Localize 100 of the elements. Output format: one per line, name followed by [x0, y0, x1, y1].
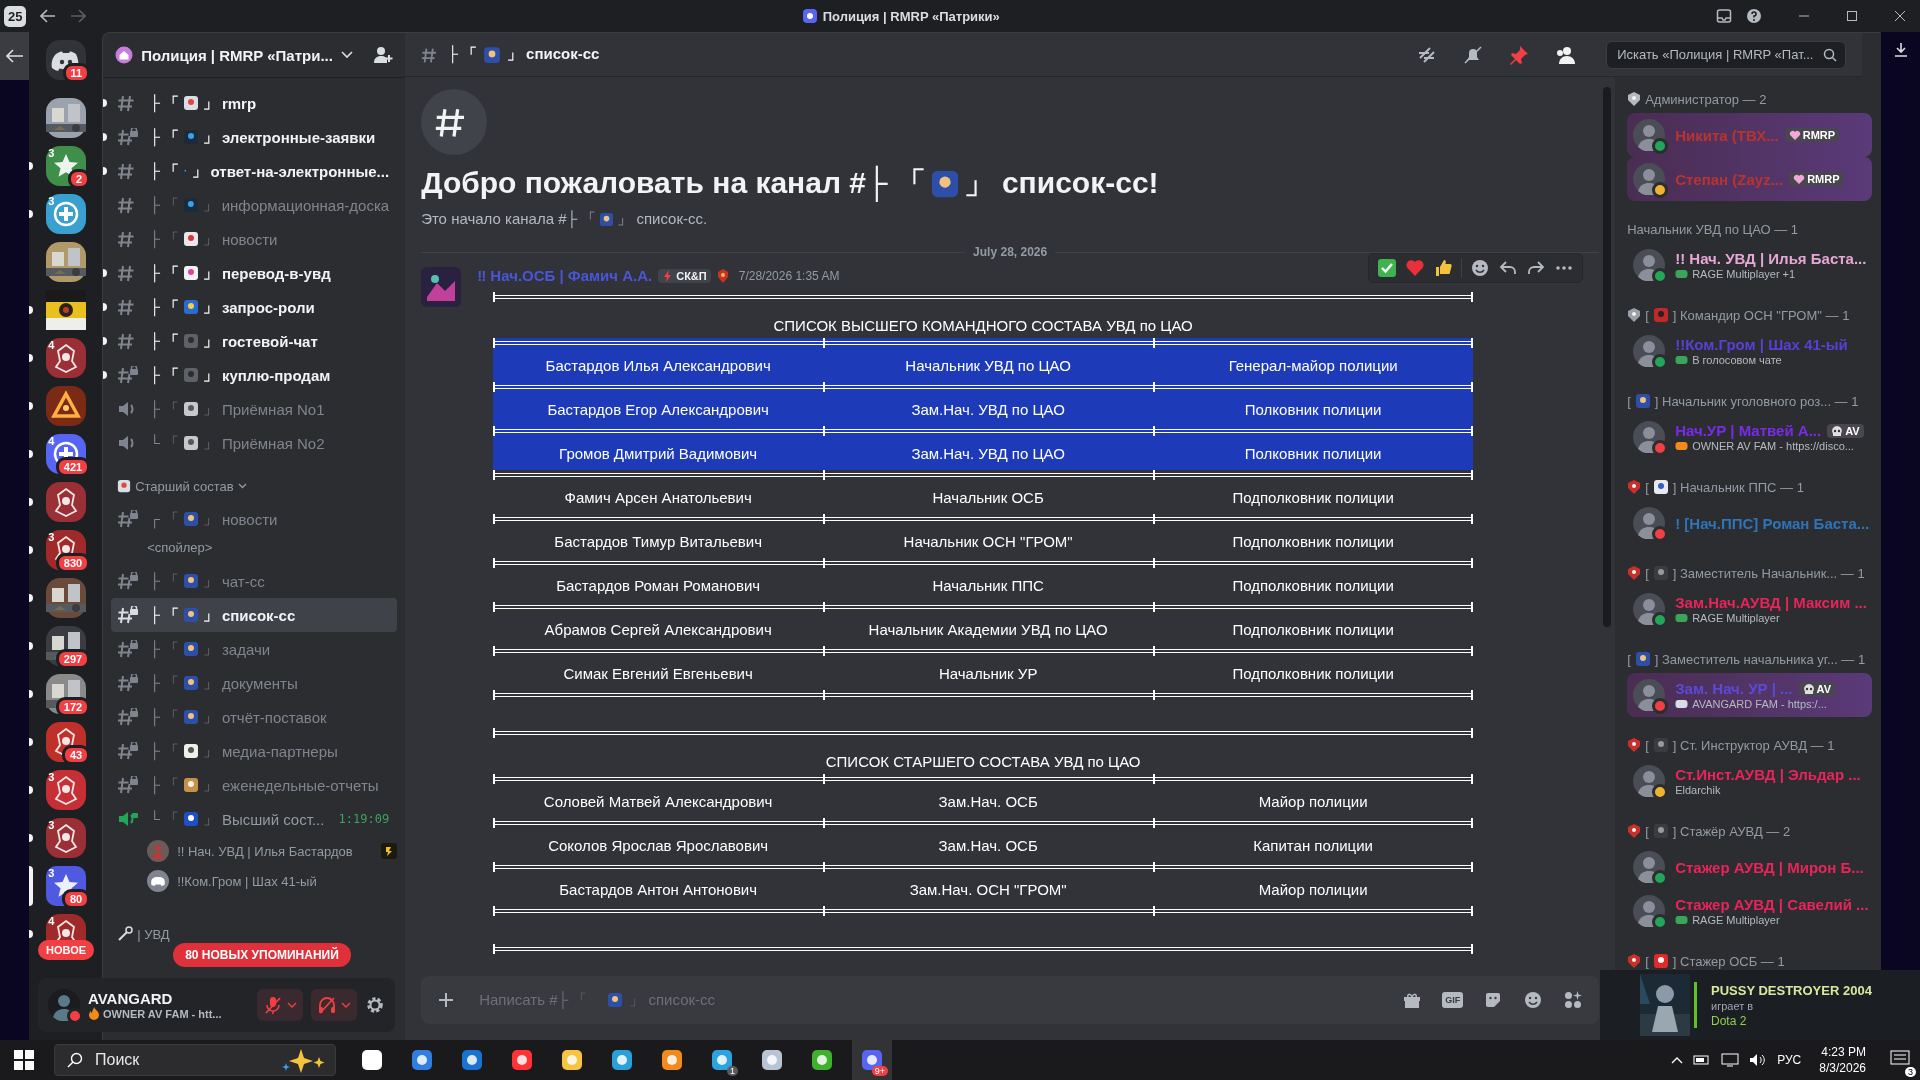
back-icon[interactable] [40, 9, 57, 23]
channel-item[interactable]: ├ 「 」 документы [111, 666, 398, 700]
thread-item[interactable]: <спойлер> [147, 536, 213, 560]
message-field[interactable]: Написать #├ 「 」 список-сс GIF [421, 976, 1600, 1024]
volume-icon[interactable] [1749, 1053, 1768, 1067]
channel-item[interactable]: ├ 「 」 rmrp [111, 86, 398, 120]
channel-item[interactable]: ├ 「 」 еженедельные-отчеты [111, 768, 398, 802]
help-icon[interactable] [1746, 8, 1762, 24]
game-name: Dota 2 [1711, 1013, 1748, 1028]
close-icon[interactable] [1894, 10, 1906, 22]
channel-item[interactable]: └ 「 」 Высший сост... 1:19:09 [111, 802, 398, 836]
channel-item[interactable]: ├ 「 」 задачи [111, 632, 398, 666]
server-icon[interactable] [45, 146, 86, 186]
unread-indicator [103, 269, 108, 277]
server-icon[interactable] [45, 770, 86, 810]
clock-time[interactable]: 4:23 PM [1821, 1044, 1866, 1060]
folder-count: 3 [48, 531, 55, 543]
start-icon[interactable] [14, 1050, 34, 1070]
back-icon[interactable] [5, 49, 24, 63]
network-icon[interactable] [1721, 1053, 1740, 1067]
crest-icon [1627, 823, 1642, 839]
member-item[interactable]: !!Ком.Гром | Шах 41-ый В голосовом чате [1627, 329, 1873, 373]
tag-label: AV [1816, 682, 1831, 695]
thumbs-up-icon[interactable] [1433, 258, 1454, 278]
pin-icon[interactable] [1508, 43, 1531, 66]
member-item[interactable]: Степан (Zayz... RMRP [1627, 157, 1873, 201]
member-item[interactable]: Стажер АУВД | Савелий ... RAGE Multiplayer [1627, 889, 1873, 933]
taskbar-button[interactable]: 9+ [852, 1040, 892, 1080]
search-box[interactable]: Искать «Полиция | RMRP «Пат... [1606, 40, 1847, 69]
new-messages-toast[interactable]: НОВОЕ [38, 940, 95, 960]
channel-item[interactable]: ├ 「 」 чат-сс [111, 564, 398, 598]
table-cell: Подполковник полиции [1232, 532, 1394, 550]
channel-item[interactable]: ├ 「 」 информационная-доска [111, 188, 398, 222]
headphones-button[interactable] [311, 989, 357, 1021]
category-header[interactable]: | УВД [111, 918, 170, 950]
mute-bell-icon[interactable] [1462, 43, 1485, 66]
server-icon[interactable] [45, 194, 86, 234]
channel-item[interactable]: └ 「 」 Приёмная No2 [111, 426, 398, 460]
member-item[interactable]: !! Нач. УВД | Илья Баста... RAGE Multiplayer +1 [1627, 243, 1873, 287]
server-header[interactable]: Полиция | RMRP «Патри... [103, 33, 406, 78]
mentions-toast[interactable]: 80 НОВЫХ УПОМИНАНИЙ [173, 943, 351, 967]
chevron-up-icon[interactable] [1671, 1056, 1684, 1064]
member-item[interactable]: Зам.Нач.АУВД | Максим ... RAGE Multiplayer [1627, 587, 1873, 631]
channel-item[interactable]: ├ 「 」 гостевой-чат [111, 324, 398, 358]
scrollbar[interactable] [1603, 87, 1612, 627]
server-icon[interactable] [45, 818, 86, 858]
add-reaction-icon[interactable] [1470, 258, 1491, 278]
channel-item[interactable]: ├ 「 」 Приёмная No1 [111, 392, 398, 426]
inbox-icon[interactable] [1716, 8, 1732, 24]
server-icon[interactable] [45, 338, 86, 378]
channel-item[interactable]: ├ 「 」 куплю-продам [111, 358, 398, 392]
add-user-icon[interactable] [373, 46, 394, 64]
member-item[interactable]: Стажер АУВД | Мирон Б... [1627, 845, 1873, 889]
unread-indicator [103, 371, 108, 379]
check-icon[interactable] [1377, 258, 1398, 278]
heart-icon[interactable] [1405, 258, 1426, 278]
channel-item[interactable]: ├ 「 」 список-сс [111, 598, 398, 632]
voice-user[interactable]: !!Ком.Гром | Шах 41-ый [111, 866, 398, 896]
channel-item[interactable]: ├ 「 」 новости [111, 222, 398, 256]
member-item[interactable]: Никита (ТВХ... RMRP [1627, 113, 1873, 157]
activity-toast[interactable]: PUSSY DESTROYER 2004 играет в Dota 2 [1600, 970, 1920, 1040]
emoji-icon[interactable] [1523, 990, 1544, 1010]
channel-item[interactable]: ├ 「 」 медиа-партнеры [111, 734, 398, 768]
channel-item[interactable]: ├ 「 」 запрос-роли [111, 290, 398, 324]
apps-icon[interactable] [1563, 990, 1584, 1010]
window-title: Полиция | RMRP «Патрики» [822, 8, 1000, 24]
language-indicator[interactable]: РУС [1777, 1053, 1802, 1067]
tab-count[interactable]: 25 [4, 5, 27, 27]
plus-icon[interactable] [437, 991, 456, 1009]
member-item[interactable]: Нач.УР | Матвей А... AV OWNER AV FAM - https://disco... [1627, 415, 1873, 459]
search-icon[interactable] [1823, 47, 1838, 62]
table-cell: Полковник полиции [1244, 444, 1382, 462]
server-icon[interactable] [45, 482, 86, 522]
settings-icon[interactable] [365, 995, 385, 1015]
channel-item[interactable]: ├ 「 」 электронные-заявки [111, 120, 398, 154]
download-icon[interactable] [1892, 42, 1909, 58]
search-field[interactable]: Поиск [93, 1050, 271, 1070]
gif-button[interactable]: GIF [1442, 992, 1464, 1008]
clock-date[interactable]: 8/3/2026 [1819, 1060, 1866, 1076]
category-header[interactable]: Старший состав [111, 470, 247, 502]
channel-item[interactable]: ├ 「 」 ответ-на-электронные... [111, 154, 398, 188]
channel-item[interactable]: ├ 「 」 перевод-в-увд [111, 256, 398, 290]
member-item[interactable]: Ст.Инст.АУВД | Эльдар ... Eldarchik [1627, 759, 1873, 803]
server-icon[interactable] [45, 290, 86, 330]
member-item[interactable]: Зам. Нач. УР | ... AV AVANGARD FAM - https:/... [1627, 673, 1873, 717]
search-box[interactable]: Поиск [54, 1044, 336, 1076]
microphone-button[interactable] [257, 989, 303, 1021]
voice-user[interactable]: !! Нач. УВД | Илья Бастардов [111, 836, 398, 866]
search-field[interactable]: Искать «Полиция | RMRP «Пат... [1615, 46, 1824, 63]
server-icon[interactable] [45, 386, 86, 426]
notifications-icon[interactable] [1890, 1049, 1910, 1068]
battery-icon[interactable] [1693, 1054, 1712, 1066]
maximize-icon[interactable] [1846, 10, 1858, 22]
unread-indicator [103, 133, 108, 141]
channel-item[interactable]: ┌ 「 」 новости [111, 502, 398, 536]
taskbar-button[interactable]: 1 [702, 1040, 742, 1080]
wrench-icon [117, 926, 134, 942]
police-icon [599, 212, 615, 227]
folder-count: 4 [48, 339, 55, 351]
channel-item[interactable]: ├ 「 」 отчёт-поставок [111, 700, 398, 734]
